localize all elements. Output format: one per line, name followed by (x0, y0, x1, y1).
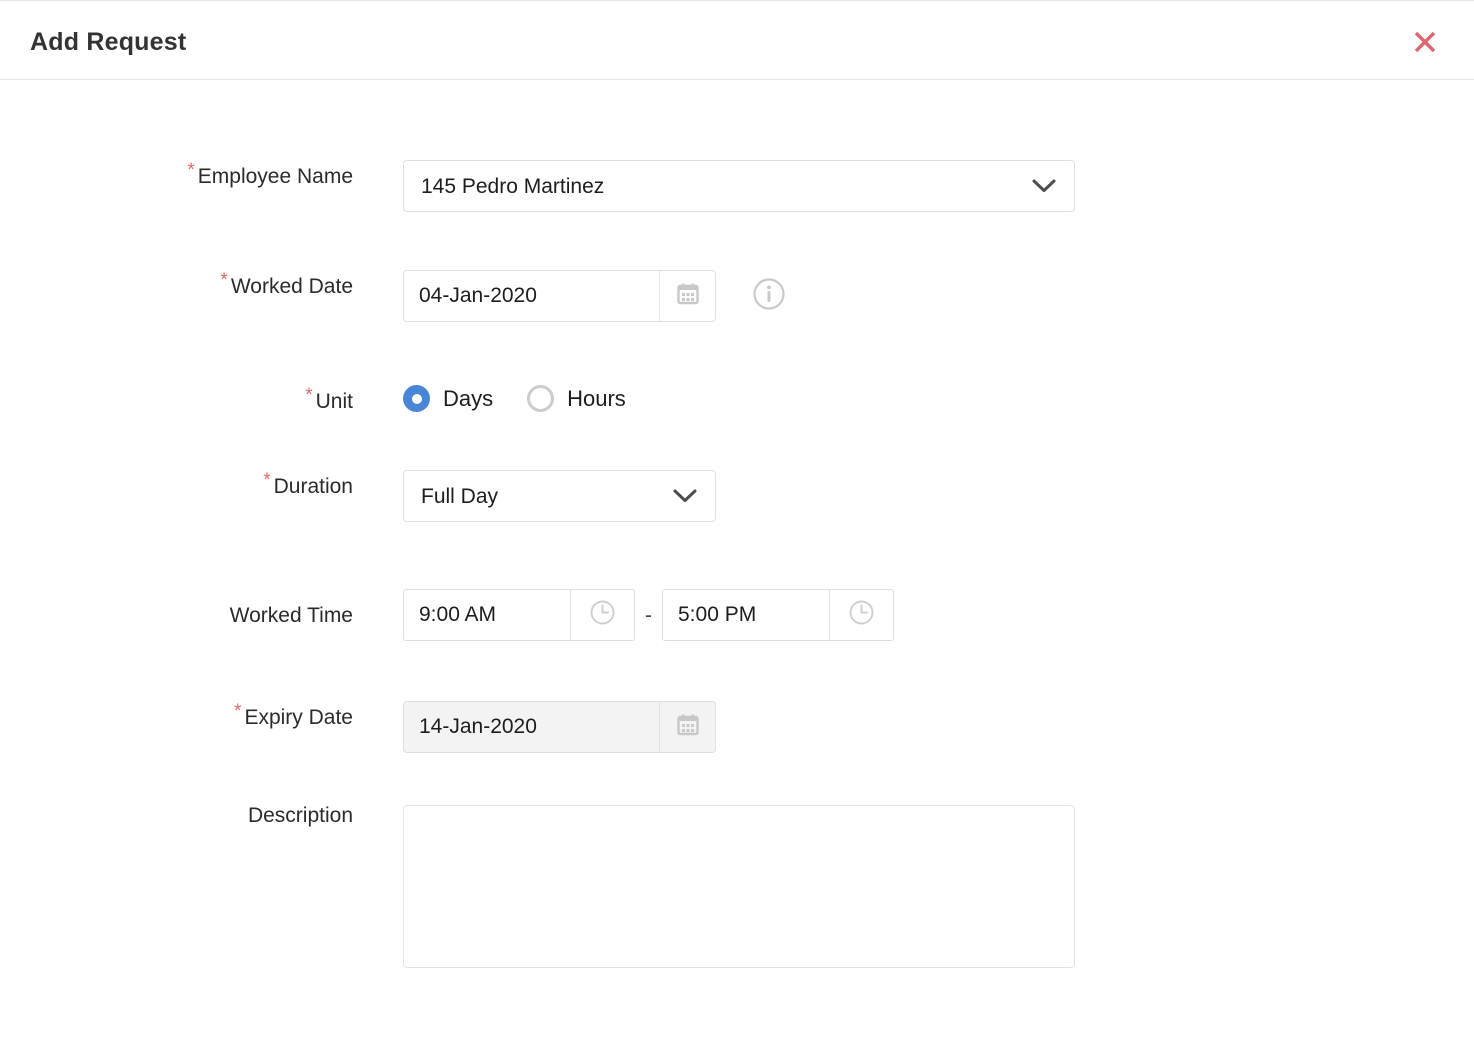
field-row-unit: *Unit Days Hours (0, 385, 1474, 412)
worked-time-to-clock-button[interactable] (829, 590, 893, 640)
chevron-down-icon (1032, 179, 1056, 193)
label-duration-text: Duration (274, 475, 353, 498)
calendar-icon (676, 713, 700, 742)
expiry-date-calendar-button[interactable] (659, 702, 715, 752)
duration-select[interactable]: Full Day (403, 470, 716, 522)
worked-time-separator: - (645, 605, 652, 626)
unit-radio-days[interactable]: Days (403, 385, 493, 412)
employee-name-value: 145 Pedro Martinez (404, 176, 604, 197)
field-row-expiry-date: *Expiry Date (0, 701, 1474, 753)
required-asterisk: * (220, 270, 227, 291)
label-duration: *Duration (0, 470, 353, 497)
radio-selected-icon (403, 385, 430, 412)
worked-time-from-clock-button[interactable] (570, 590, 634, 640)
worked-date-calendar-button[interactable] (659, 271, 715, 321)
calendar-icon (676, 282, 700, 311)
field-row-employee-name: *Employee Name 145 Pedro Martinez (0, 160, 1474, 212)
add-request-form: *Employee Name 145 Pedro Martinez *Worke… (0, 80, 1474, 1062)
label-expiry-date-text: Expiry Date (244, 706, 353, 729)
unit-radio-hours-label: Hours (567, 388, 626, 410)
chevron-down-icon (673, 489, 697, 503)
worked-time-from-input[interactable] (404, 590, 570, 640)
field-row-description: Description (0, 805, 1474, 968)
label-worked-date-text: Worked Date (231, 275, 353, 298)
unit-radio-group: Days Hours (403, 385, 626, 412)
label-description-text: Description (248, 804, 353, 827)
worked-date-info-button[interactable] (752, 277, 786, 316)
worked-date-input[interactable] (404, 271, 659, 321)
required-asterisk: * (187, 160, 194, 181)
label-worked-time-text: Worked Time (230, 604, 353, 627)
field-row-worked-date: *Worked Date (0, 270, 1474, 322)
clock-icon (848, 599, 875, 631)
worked-time-to-group[interactable] (662, 589, 894, 641)
required-asterisk: * (263, 470, 270, 491)
page-title: Add Request (30, 28, 186, 57)
employee-name-select[interactable]: 145 Pedro Martinez (403, 160, 1075, 212)
duration-value: Full Day (404, 486, 498, 507)
unit-radio-days-label: Days (443, 388, 493, 410)
worked-time-from-group[interactable] (403, 589, 635, 641)
close-icon (1412, 29, 1438, 55)
worked-date-input-group[interactable] (403, 270, 716, 322)
label-expiry-date: *Expiry Date (0, 701, 353, 728)
field-row-duration: *Duration Full Day (0, 470, 1474, 522)
worked-time-to-input[interactable] (663, 590, 829, 640)
required-asterisk: * (234, 701, 241, 722)
description-textarea[interactable] (403, 805, 1075, 968)
label-description: Description (0, 805, 353, 826)
clock-icon (589, 599, 616, 631)
label-employee-name: *Employee Name (0, 160, 353, 187)
info-icon (752, 277, 786, 316)
expiry-date-input[interactable] (404, 702, 659, 752)
label-worked-date: *Worked Date (0, 270, 353, 297)
label-unit-text: Unit (316, 390, 353, 413)
radio-unselected-icon (527, 385, 554, 412)
dialog-header: Add Request (0, 1, 1474, 80)
field-row-worked-time: Worked Time - (0, 589, 1474, 641)
label-employee-name-text: Employee Name (198, 165, 353, 188)
unit-radio-hours[interactable]: Hours (527, 385, 626, 412)
close-button[interactable] (1408, 25, 1442, 59)
label-unit: *Unit (0, 385, 353, 412)
expiry-date-input-group[interactable] (403, 701, 716, 753)
required-asterisk: * (305, 385, 312, 406)
label-worked-time: Worked Time (0, 605, 353, 626)
